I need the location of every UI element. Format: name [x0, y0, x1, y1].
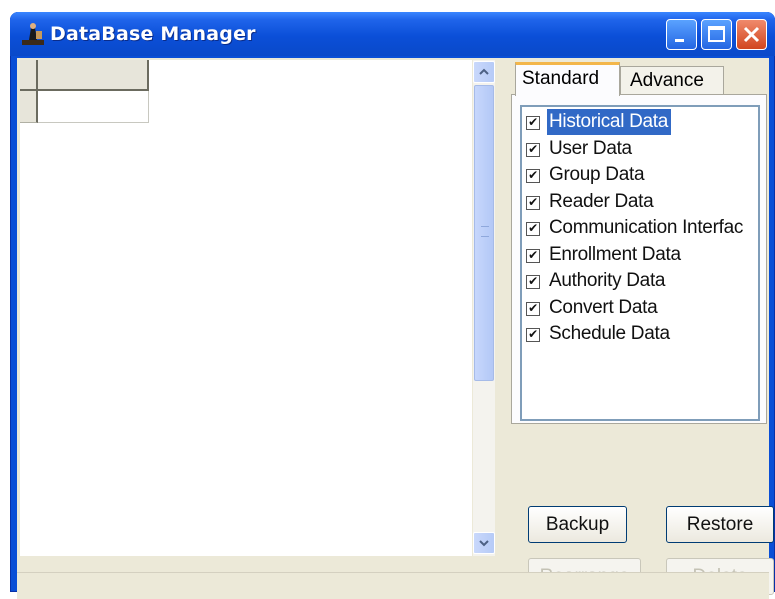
checklist-item-label: Communication Interfac	[549, 217, 744, 238]
checkbox[interactable]: ✔	[526, 248, 540, 263]
checklist-item-label: Reader Data	[549, 190, 654, 212]
data-grid[interactable]	[20, 60, 472, 556]
scroll-down-button[interactable]	[473, 532, 495, 554]
maximize-icon	[708, 26, 725, 42]
checklist-item[interactable]: ✔ User Data	[525, 136, 758, 162]
window-title: DataBase Manager	[50, 23, 256, 45]
close-button[interactable]	[736, 19, 767, 50]
checklist-item-label: Schedule Data	[549, 323, 670, 344]
checklist-item[interactable]: ✔ Historical Data	[525, 109, 758, 135]
backup-panel: Standard Advance ✔ Historical Data ✔ User D…	[501, 58, 774, 595]
scroll-up-button[interactable]	[473, 61, 495, 83]
grid-column-header[interactable]	[38, 60, 149, 91]
backup-button[interactable]: Backup	[528, 506, 627, 543]
chevron-up-icon	[479, 68, 489, 75]
scroll-grip	[481, 226, 489, 237]
grid-cell[interactable]	[38, 91, 149, 123]
checkbox[interactable]: ✔	[526, 301, 540, 316]
checklist-item-label: User Data	[549, 137, 632, 159]
grid-vertical-scrollbar[interactable]	[473, 60, 495, 556]
client-area: Standard Advance ✔ Historical Data ✔ User D…	[17, 58, 774, 595]
grid-corner-header[interactable]	[20, 60, 38, 91]
checkbox[interactable]: ✔	[526, 222, 540, 236]
minimize-icon	[675, 39, 684, 42]
tab-advance[interactable]: Advance	[620, 66, 724, 96]
title-bar[interactable]: DataBase Manager	[10, 12, 775, 56]
tab-page-standard: ✔ Historical Data ✔ User Data ✔ Group Data ✔ Re…	[511, 94, 767, 424]
checkbox[interactable]: ✔	[526, 328, 540, 342]
database-manager-window: DataBase Manager Standard Advance ✔ Hist…	[10, 12, 775, 599]
checklist-item-label: Authority Data	[549, 270, 666, 291]
checkbox[interactable]: ✔	[526, 142, 540, 157]
checklist-item-label: Group Data	[549, 164, 645, 185]
checkbox[interactable]: ✔	[526, 116, 540, 130]
checklist-item-label: Historical Data	[547, 109, 672, 135]
checklist-item[interactable]: ✔ Reader Data	[525, 189, 758, 215]
checklist-item-label: Convert Data	[549, 296, 658, 318]
data-checklist[interactable]: ✔ Historical Data ✔ User Data ✔ Group Data ✔ Re…	[520, 105, 760, 421]
grid-row-header[interactable]	[20, 91, 38, 123]
checklist-item[interactable]: ✔ Convert Data	[525, 295, 758, 321]
checkbox[interactable]: ✔	[526, 169, 540, 183]
checklist-item[interactable]: ✔ Communication Interfac	[525, 215, 758, 241]
chevron-down-icon	[479, 540, 489, 547]
checklist-item-label: Enrollment Data	[549, 243, 681, 265]
checkbox[interactable]: ✔	[526, 195, 540, 210]
maximize-button[interactable]	[701, 19, 732, 50]
checklist-item[interactable]: ✔ Enrollment Data	[525, 242, 758, 268]
checklist-item[interactable]: ✔ Schedule Data	[525, 321, 758, 347]
checklist-item[interactable]: ✔ Authority Data	[525, 268, 758, 294]
scroll-thumb[interactable]	[474, 85, 494, 381]
minimize-button[interactable]	[666, 19, 697, 50]
checklist-item[interactable]: ✔ Group Data	[525, 162, 758, 188]
tab-standard[interactable]: Standard	[515, 62, 620, 96]
app-icon	[22, 23, 44, 45]
close-icon	[743, 26, 760, 43]
restore-button[interactable]: Restore	[666, 506, 774, 543]
checkbox[interactable]: ✔	[526, 275, 540, 289]
